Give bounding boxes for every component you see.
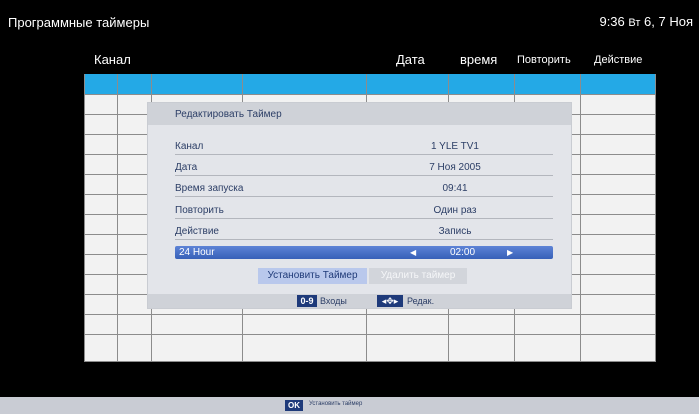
edit-timer-dialog: Редактировать Таймер Канал 1 YLE TV1 Дат… [147, 102, 572, 309]
column-header-action: Действие [594, 54, 643, 66]
bottom-help-bar: OK Установить таймер [0, 397, 699, 414]
field-24-hour-selected[interactable]: 24 Hour ◀ 02:00 ▶ [175, 246, 553, 259]
clock-date: 6, 7 Ноя [644, 14, 693, 29]
digits-key-badge: 0-9 [297, 295, 317, 307]
field-start-time[interactable]: Время запуска 09:41 [175, 179, 553, 197]
field-date[interactable]: Дата 7 Ноя 2005 [175, 158, 553, 176]
arrow-left-icon[interactable]: ◀ [410, 248, 416, 257]
column-header-channel: Канал [94, 52, 131, 67]
column-header-time: время [460, 52, 498, 67]
field-value: Запись [438, 226, 472, 237]
field-label: Повторить [175, 205, 224, 216]
field-action[interactable]: Действие Запись [175, 222, 553, 240]
field-value: 1 YLE TV1 [431, 141, 479, 152]
field-value: Один раз [433, 205, 477, 216]
set-timer-button[interactable]: Установить Таймер [258, 268, 367, 284]
dialog-title-bar: Редактировать Таймер [148, 103, 571, 125]
field-value: 7 Ноя 2005 [429, 162, 481, 173]
ok-key-badge: OK [285, 400, 303, 411]
field-value: 02:00 [449, 247, 476, 258]
column-header-date: Дата [396, 52, 425, 67]
field-label: Дата [175, 162, 198, 173]
dialog-footer: 0-9 Входы ◂✥▸ Редак. [148, 294, 571, 308]
field-label: Время запуска [175, 183, 244, 194]
navigation-arrows-icon: ◂✥▸ [377, 295, 403, 307]
field-channel[interactable]: Канал 1 YLE TV1 [175, 137, 553, 155]
table-row-highlighted[interactable] [84, 74, 656, 94]
nav-key-text: Редак. [407, 296, 435, 306]
field-label: 24 Hour [179, 247, 215, 258]
clock-time: 9:36 [599, 14, 625, 29]
field-label: Канал [175, 141, 204, 152]
field-repeat[interactable]: Повторить Один раз [175, 201, 553, 219]
field-label: Действие [175, 226, 219, 237]
header: Программные таймеры 9:36 Вт 6, 7 Ноя [0, 0, 699, 42]
clock-day: Вт [628, 17, 641, 29]
digits-key-text: Входы [320, 296, 347, 306]
arrow-right-icon[interactable]: ▶ [507, 248, 513, 257]
page-title: Программные таймеры [8, 15, 150, 30]
clock: 9:36 Вт 6, 7 Ноя [599, 14, 693, 29]
delete-timer-button: Удалить таймер [369, 268, 467, 284]
dialog-title: Редактировать Таймер [175, 109, 282, 120]
ok-key-text: Установить таймер [309, 401, 363, 407]
field-value: 09:41 [442, 183, 468, 194]
column-header-repeat: Повторить [517, 54, 571, 66]
